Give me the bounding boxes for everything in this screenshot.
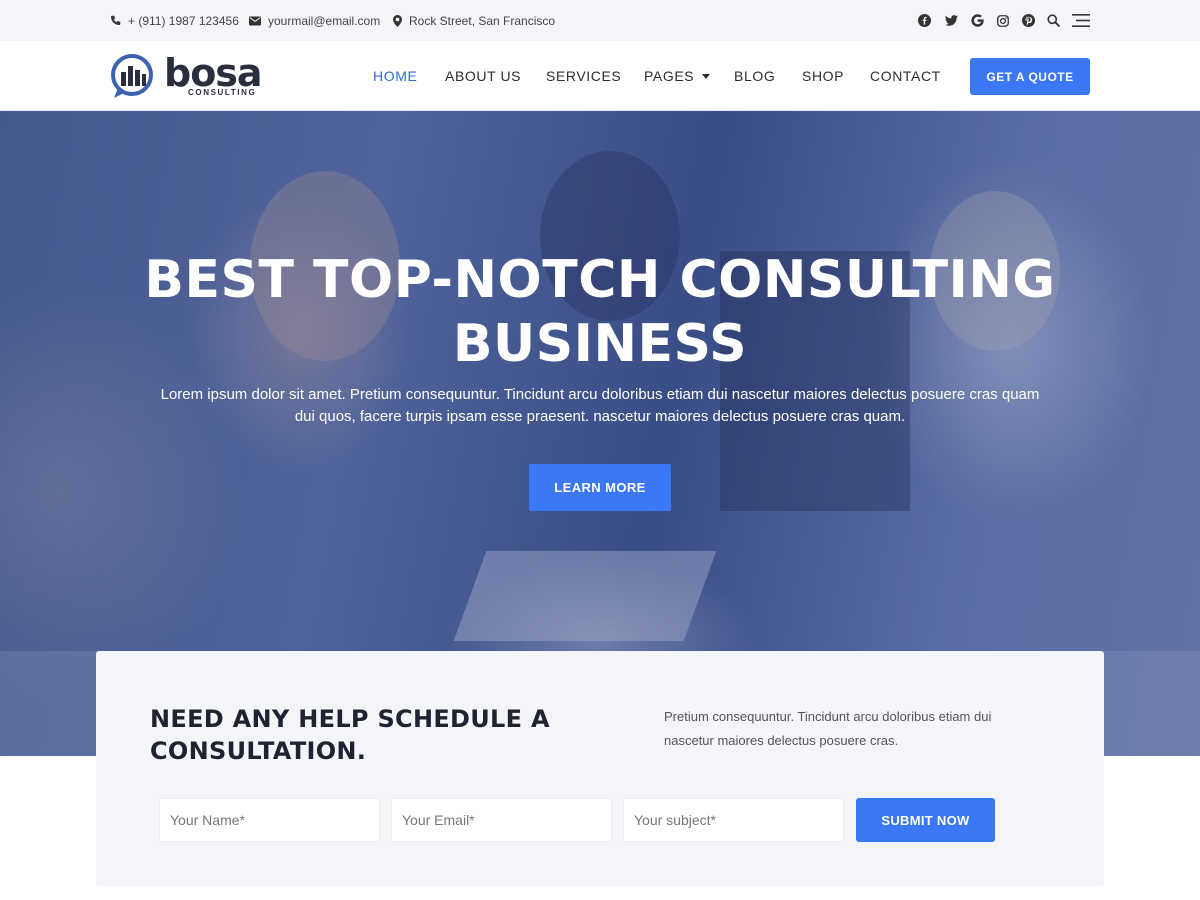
logo-mark-icon <box>111 54 153 98</box>
nav-item-about[interactable]: ABOUT US <box>445 41 521 111</box>
nav-item-blog[interactable]: BLOG <box>734 41 775 111</box>
nav-item-shop[interactable]: SHOP <box>802 41 844 111</box>
google-link[interactable] <box>970 0 984 41</box>
site-header: bosa CONSULTING HOME ABOUT US SERVICES P… <box>0 41 1200 111</box>
consultation-description: Pretium consequuntur. Tincidunt arcu dol… <box>664 709 992 748</box>
instagram-icon <box>996 14 1010 28</box>
email-address: yourmail@email.com <box>268 13 381 28</box>
top-bar: + (911) 1987 123456 yourmail@email.com R… <box>0 0 1200 41</box>
consultation-title: NEED ANY HELP SCHEDULE A CONSULTATION. <box>150 705 550 765</box>
twitter-link[interactable] <box>944 0 958 41</box>
email-input[interactable] <box>391 798 612 842</box>
nav-item-home[interactable]: HOME <box>373 41 417 111</box>
facebook-link[interactable] <box>917 0 931 41</box>
learn-more-button[interactable]: LEARN MORE <box>529 464 671 511</box>
location-pin-icon <box>393 14 402 27</box>
subject-input[interactable] <box>623 798 844 842</box>
logo-tagline: CONSULTING <box>188 88 257 97</box>
nav-item-services[interactable]: SERVICES <box>546 41 621 111</box>
contact-email[interactable]: yourmail@email.com <box>249 0 380 41</box>
address-text: Rock Street, San Francisco <box>409 13 556 28</box>
hero-title: BEST TOP-NOTCH CONSULTING BUSINESS <box>144 250 1056 374</box>
consultation-form-card: NEED ANY HELP SCHEDULE A CONSULTATION. P… <box>96 651 1104 886</box>
nav-item-pages[interactable]: PAGES <box>644 41 711 111</box>
hero-description: Lorem ipsum dolor sit amet. Pretium cons… <box>160 386 1040 425</box>
contact-phone[interactable]: + (911) 1987 123456 <box>110 0 239 41</box>
get-a-quote-button[interactable]: GET A QUOTE <box>970 58 1090 95</box>
envelope-icon <box>249 16 261 25</box>
nav-item-contact[interactable]: CONTACT <box>870 41 941 111</box>
contact-address: Rock Street, San Francisco <box>393 0 555 41</box>
search-button[interactable] <box>1046 0 1060 41</box>
name-input[interactable] <box>159 798 380 842</box>
chevron-down-icon <box>702 73 711 79</box>
pinterest-icon <box>1021 14 1035 28</box>
phone-number: + (911) 1987 123456 <box>128 13 239 28</box>
submit-now-button[interactable]: SUBMIT NOW <box>856 798 995 842</box>
search-icon <box>1046 14 1060 28</box>
nav-item-pages-label: PAGES <box>644 68 695 84</box>
twitter-icon <box>944 14 958 28</box>
facebook-icon <box>917 14 931 28</box>
phone-icon <box>111 15 121 25</box>
google-icon <box>970 14 984 28</box>
offcanvas-menu-button[interactable] <box>1072 0 1090 41</box>
site-logo[interactable]: bosa CONSULTING <box>110 51 265 100</box>
menu-icon <box>1072 14 1090 28</box>
pinterest-link[interactable] <box>1021 0 1035 41</box>
instagram-link[interactable] <box>996 0 1010 41</box>
